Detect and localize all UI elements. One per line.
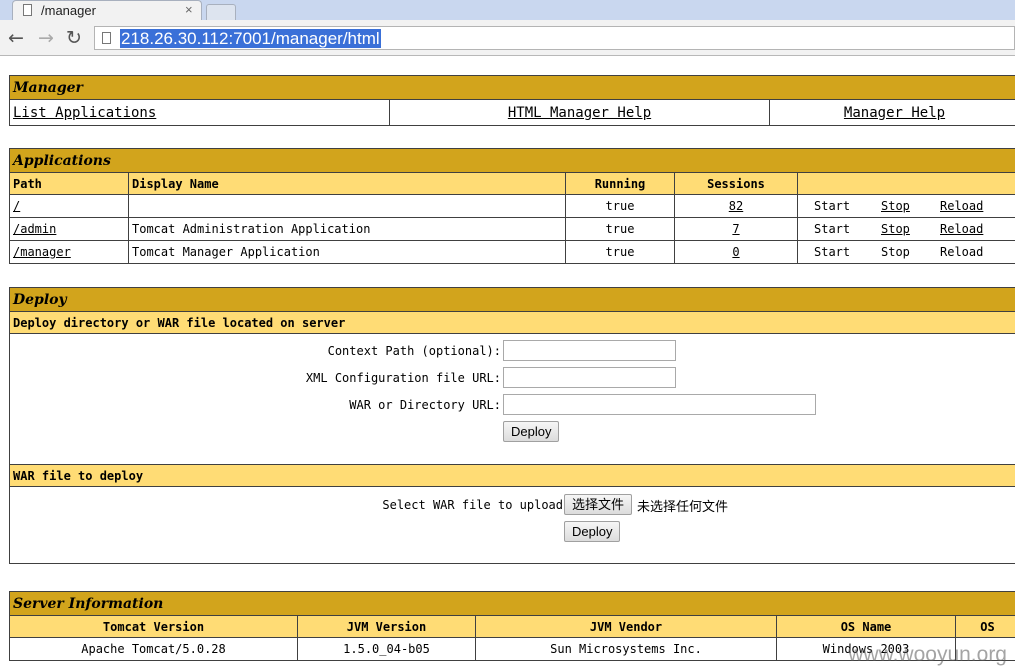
sessions-header: Sessions (674, 172, 798, 195)
server-info-title: Server Information (9, 591, 1015, 616)
reload-command: Reload (940, 245, 984, 259)
reload-link[interactable]: Reload (940, 222, 983, 236)
war-dir-url-input[interactable] (503, 394, 816, 415)
manager-table: Manager List Applications HTML Manager H… (8, 75, 1015, 126)
war-upload-form: Select WAR file to upload 选择文件 未选择任何文件 D… (11, 488, 1015, 563)
stop-command: Stop (881, 245, 910, 259)
app-running: true (565, 240, 675, 264)
app-display-name: Tomcat Manager Application (128, 240, 566, 264)
tomcat-version-header: Tomcat Version (9, 615, 298, 638)
html-manager-help-link[interactable]: HTML Manager Help (508, 105, 651, 121)
commands-header (796, 172, 1015, 195)
war-upload-section-title: WAR file to deploy (9, 464, 1015, 487)
os-version-header: OS (955, 615, 1015, 638)
os-name-header: OS Name (776, 615, 956, 638)
applications-title: Applications (8, 148, 1015, 173)
page-icon (23, 4, 32, 16)
app-running: true (565, 217, 675, 241)
applications-table: Applications Path Display Name Running S… (8, 148, 1015, 264)
app-running: true (565, 194, 675, 218)
table-row: /manager Tomcat Manager Application true… (9, 240, 1015, 264)
start-command: Start (814, 245, 851, 259)
stop-link[interactable]: Stop (881, 222, 910, 236)
start-command: Start (814, 199, 851, 213)
jvm-version-header: JVM Version (297, 615, 476, 638)
deploy-server-section-title: Deploy directory or WAR file located on … (9, 311, 1015, 334)
app-sessions-link[interactable]: 7 (732, 222, 739, 236)
manager-help-link[interactable]: Manager Help (844, 105, 945, 121)
jvm-vendor-header: JVM Vendor (475, 615, 777, 638)
context-path-input[interactable] (503, 340, 676, 361)
no-file-chosen-text: 未选择任何文件 (637, 500, 729, 515)
choose-file-button[interactable]: 选择文件 (564, 494, 633, 515)
xml-config-url-input[interactable] (503, 367, 676, 388)
upload-deploy-button[interactable]: Deploy (564, 521, 621, 542)
app-display-name (128, 194, 566, 218)
watermark: www.wooyun.org (848, 643, 1007, 666)
jvm-version-value: 1.5.0_04-b05 (297, 637, 476, 661)
jvm-vendor-value: Sun Microsystems Inc. (475, 637, 777, 661)
running-header: Running (565, 172, 675, 195)
display-name-header: Display Name (128, 172, 566, 195)
select-war-label: Select WAR file to upload (382, 498, 563, 512)
deploy-title: Deploy (9, 287, 1015, 312)
new-tab-button[interactable] (206, 4, 236, 20)
close-icon[interactable]: × (185, 2, 193, 17)
list-applications-link[interactable]: List Applications (13, 105, 156, 121)
deploy-server-form: Context Path (optional): XML Configurati… (11, 335, 1015, 464)
app-path-link[interactable]: /manager (13, 245, 71, 259)
address-bar[interactable]: 218.26.30.112:7001/manager/html (94, 26, 1015, 50)
table-row: /admin Tomcat Administration Application… (9, 217, 1015, 241)
tab-manager[interactable]: /manager × (12, 0, 202, 20)
table-row: / true 82 Start Stop Reload (9, 194, 1015, 218)
url-text[interactable]: 218.26.30.112:7001/manager/html (120, 29, 381, 48)
back-arrow-icon[interactable]: ← (4, 26, 28, 50)
manager-title: Manager (8, 75, 1015, 100)
tab-strip: /manager × (0, 0, 1015, 20)
page-icon (102, 32, 111, 44)
tomcat-version-value: Apache Tomcat/5.0.28 (9, 637, 298, 661)
path-header: Path (9, 172, 129, 195)
xml-config-label: XML Configuration file URL: (305, 371, 501, 385)
war-dir-label: WAR or Directory URL: (349, 398, 501, 412)
reload-icon[interactable]: ↻ (62, 26, 86, 50)
app-display-name: Tomcat Administration Application (128, 217, 566, 241)
reload-link[interactable]: Reload (940, 199, 983, 213)
deploy-button[interactable]: Deploy (503, 421, 560, 442)
app-path-link[interactable]: /admin (13, 222, 56, 236)
browser-toolbar: ← → ↻ 218.26.30.112:7001/manager/html (0, 20, 1015, 56)
start-command: Start (814, 222, 851, 236)
context-path-label: Context Path (optional): (327, 344, 501, 358)
stop-link[interactable]: Stop (881, 199, 910, 213)
forward-arrow-icon[interactable]: → (34, 26, 58, 50)
app-sessions-link[interactable]: 82 (729, 199, 743, 213)
tab-title: /manager (41, 3, 96, 18)
app-sessions-link[interactable]: 0 (732, 245, 739, 259)
deploy-table: Deploy Deploy directory or WAR file loca… (9, 287, 1015, 564)
app-path-link[interactable]: / (13, 199, 20, 213)
